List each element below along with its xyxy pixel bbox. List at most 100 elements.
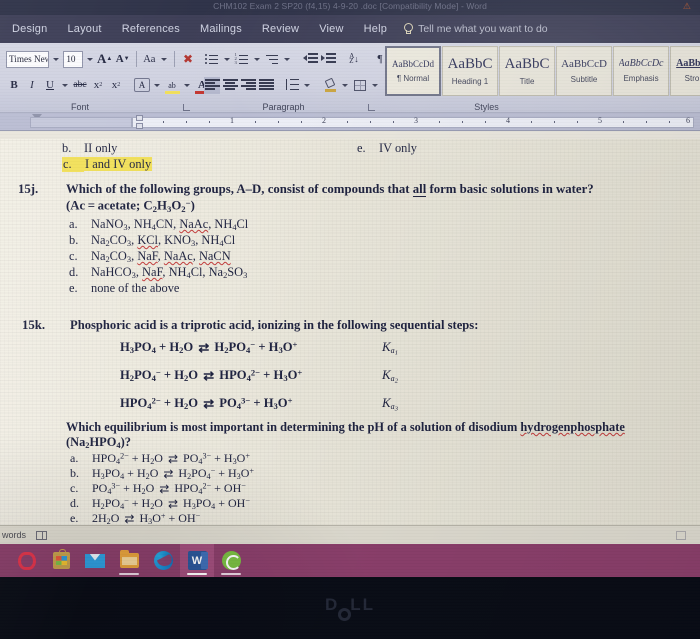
taskbar-app[interactable] <box>214 544 248 577</box>
tab-design[interactable]: Design <box>0 23 57 35</box>
paragraph-dialog-launcher-icon[interactable] <box>368 104 375 111</box>
multilevel-list-icon[interactable] <box>264 50 280 68</box>
monitor-bezel: DELL <box>0 577 700 639</box>
style-label: Emphasis <box>623 74 659 83</box>
font-name-chevron-down-icon[interactable] <box>53 57 60 61</box>
paragraph-group: 1 2 3 A Z ↓ ¶ Paragraph <box>196 43 382 113</box>
first-line-indent-marker[interactable] <box>136 115 143 121</box>
q15k-equilibrium-2: H2PO4− + H2O ⇄ HPO42− + H3O+ <box>120 367 303 384</box>
taskbar-file-explorer[interactable] <box>112 544 146 577</box>
style-preview: AaBbCcDd <box>392 59 434 69</box>
decrease-indent-icon[interactable] <box>302 50 318 68</box>
highlight-chevron-down-icon[interactable] <box>184 83 190 87</box>
q15j-option-d-letter: d. <box>69 265 79 279</box>
lightbulb-icon <box>403 23 414 35</box>
borders-icon[interactable] <box>352 76 368 94</box>
paragraph-group-label: Paragraph <box>262 102 305 112</box>
style-label: ¶ Normal <box>396 73 430 83</box>
font-size-chevron-down-icon[interactable] <box>86 57 93 61</box>
shrink-font-icon[interactable]: A ▼ <box>115 50 131 68</box>
style-preview: AaBbC <box>676 59 700 69</box>
tab-layout[interactable]: Layout <box>57 23 111 35</box>
align-left-icon[interactable] <box>204 76 220 94</box>
tab-review[interactable]: Review <box>252 23 309 35</box>
grow-font-icon[interactable]: A ▲ <box>97 50 113 68</box>
sort-icon[interactable]: A Z ↓ <box>346 50 362 68</box>
style-strong[interactable]: AaBbC Stro <box>670 46 700 96</box>
prev-option-b: b. II only <box>62 141 117 156</box>
numbering-icon[interactable]: 1 2 3 <box>234 50 250 68</box>
horizontal-ruler[interactable]: 1 2 3 4 5 6 <box>0 113 700 131</box>
shading-icon[interactable] <box>322 76 338 94</box>
bold-button[interactable]: B <box>6 76 22 94</box>
bullets-icon[interactable] <box>204 50 220 68</box>
underline-button[interactable]: U <box>42 76 58 94</box>
q15j-stem-all-emphasis: all <box>412 182 427 197</box>
shading-chevron-down-icon[interactable] <box>342 83 348 87</box>
font-dialog-launcher-icon[interactable] <box>183 104 190 111</box>
prev-option-e-text: IV only <box>379 141 417 155</box>
text-highlight-icon[interactable]: ab <box>164 76 180 94</box>
tab-mailings[interactable]: Mailings <box>190 23 252 35</box>
tell-me-box[interactable]: Tell me what you want to do <box>403 23 548 35</box>
taskbar-edge[interactable] <box>146 544 180 577</box>
align-right-icon[interactable] <box>240 76 256 94</box>
file-explorer-icon <box>119 550 139 568</box>
q15k-option-c: c. PO43− + H2O ⇄ HPO42− + OH− <box>70 481 246 496</box>
prev-option-c: c. I and IV only <box>62 157 153 172</box>
strikethrough-button[interactable]: abc <box>72 76 88 94</box>
styles-group: AaBbCcDd ¶ Normal AaBbC Heading 1 AaBbC … <box>379 43 700 113</box>
bullets-chevron-down-icon[interactable] <box>224 57 230 61</box>
style-preview: AaBbC <box>504 56 550 72</box>
numbering-chevron-down-icon[interactable] <box>254 57 260 61</box>
increase-indent-icon[interactable] <box>320 50 336 68</box>
superscript-button[interactable]: x2 <box>108 76 124 94</box>
word-icon <box>187 551 208 570</box>
reading-view-icon[interactable] <box>676 530 686 540</box>
italic-button[interactable]: I <box>24 76 40 94</box>
q15k-option-a-letter: a. <box>70 451 79 465</box>
text-effects-chevron-down-icon[interactable] <box>154 83 160 87</box>
underline-chevron-down-icon[interactable] <box>62 83 68 87</box>
font-size-input[interactable]: 10 <box>63 50 83 68</box>
subscript-button[interactable]: x2 <box>90 76 106 94</box>
borders-chevron-down-icon[interactable] <box>372 83 378 87</box>
style-title[interactable]: AaBbC Title <box>499 46 555 96</box>
taskbar-mail[interactable] <box>78 544 112 577</box>
word-count-label[interactable]: words <box>2 530 26 540</box>
style-normal[interactable]: AaBbCcDd ¶ Normal <box>385 46 441 96</box>
title-bar: CHM102 Exam 2 SP20 (f4,15) 4-9-20 .doc [… <box>0 0 700 15</box>
tell-me-label: Tell me what you want to do <box>418 23 548 35</box>
multilevel-chevron-down-icon[interactable] <box>284 57 290 61</box>
style-emphasis[interactable]: AaBbCcDc Emphasis <box>613 46 669 96</box>
line-spacing-icon[interactable] <box>284 76 300 94</box>
taskbar-opera[interactable] <box>10 544 44 577</box>
tab-references[interactable]: References <box>112 23 190 35</box>
line-spacing-chevron-down-icon[interactable] <box>304 83 310 87</box>
justify-icon[interactable] <box>258 76 274 94</box>
tab-view[interactable]: View <box>309 23 353 35</box>
q15k-stem: Phosphoric acid is a triprotic acid, ion… <box>70 318 479 332</box>
proofing-icon[interactable] <box>36 530 48 540</box>
taskbar-word[interactable] <box>180 544 214 577</box>
document-page[interactable]: b. II only c. I and IV only e. IV only 15j.… <box>0 139 700 525</box>
q15j-option-a-text: NaNO3, NH4CN, NaAc, NH4Cl <box>91 217 249 233</box>
q15k-substem-line1: Which equilibrium is most important in d… <box>66 420 625 435</box>
tab-help[interactable]: Help <box>354 23 397 35</box>
ribbon-tab-bar: Design Layout References Mailings Review… <box>0 15 700 43</box>
taskbar-store[interactable] <box>44 544 78 577</box>
change-case-icon[interactable]: Aa <box>141 50 157 68</box>
clear-formatting-icon[interactable]: ✖ <box>180 50 196 68</box>
text-effects-icon[interactable]: A <box>134 78 150 92</box>
style-heading-1[interactable]: AaBbC Heading 1 <box>442 46 498 96</box>
q15j-option-c-letter: c. <box>69 249 78 263</box>
style-label: Subtitle <box>570 74 598 84</box>
style-subtitle[interactable]: AaBbCcD Subtitle <box>556 46 612 96</box>
align-center-icon[interactable] <box>222 76 238 94</box>
change-case-chevron-down-icon[interactable] <box>161 57 168 61</box>
hanging-indent-marker[interactable] <box>136 123 143 129</box>
equilibrium-arrow-icon: ⇄ <box>198 340 210 355</box>
q15k-substem-underlined: hydrogenphosphate <box>520 420 625 434</box>
q15k-constant-3: Ka3 <box>382 395 398 413</box>
font-name-input[interactable]: Times New Ro <box>6 50 50 68</box>
